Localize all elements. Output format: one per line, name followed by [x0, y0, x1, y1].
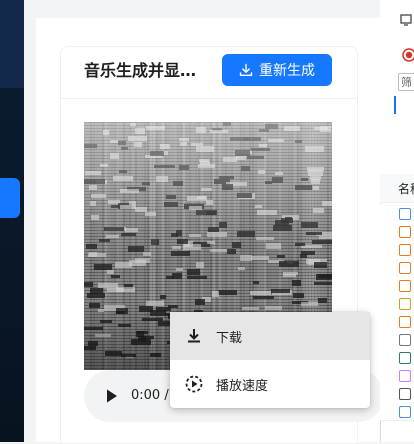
request-type-icon	[399, 280, 411, 292]
app-sidebar	[0, 0, 24, 442]
request-type-icon	[399, 370, 411, 382]
request-type-icon	[399, 316, 411, 328]
request-type-icon	[399, 334, 411, 346]
devtools-toolbar	[380, 0, 414, 41]
menu-item-download-label: 下载	[216, 330, 243, 346]
request-type-icon	[399, 244, 411, 256]
sidebar-header	[0, 0, 24, 88]
request-type-icon	[399, 262, 411, 274]
network-request-row[interactable]	[380, 330, 414, 349]
devtools-filter-row: 筛	[380, 70, 414, 95]
filter-input[interactable]: 筛	[398, 73, 414, 91]
request-type-icon	[399, 388, 411, 400]
filter-input-placeholder: 筛	[401, 76, 412, 89]
request-type-icon	[399, 352, 411, 364]
download-icon	[239, 63, 253, 76]
card-title: 音乐生成并显示...	[84, 61, 212, 80]
play-icon	[107, 389, 117, 403]
menu-item-download[interactable]: 下载	[170, 312, 370, 360]
request-type-icon	[399, 226, 411, 238]
network-request-row[interactable]	[380, 294, 414, 313]
player-context-menu: 下载 播放速度	[170, 312, 370, 408]
playback-speed-icon	[184, 374, 204, 394]
menu-item-playback-speed-label: 播放速度	[216, 378, 269, 394]
network-request-row[interactable]	[380, 348, 414, 367]
download-icon	[184, 326, 204, 346]
network-request-row[interactable]	[380, 366, 414, 385]
layout-gap	[24, 0, 36, 442]
name-column-header[interactable]: 名称	[398, 180, 414, 197]
network-request-row[interactable]	[380, 204, 414, 223]
request-type-icon	[399, 298, 411, 310]
network-request-row[interactable]	[380, 402, 414, 421]
devtools-timeline	[380, 94, 414, 175]
request-type-icon	[399, 406, 411, 418]
play-button[interactable]	[100, 382, 124, 410]
network-request-row[interactable]	[380, 222, 414, 241]
network-request-row[interactable]	[380, 312, 414, 331]
sidebar-active-item[interactable]	[0, 178, 20, 218]
timeline-marker	[394, 96, 396, 114]
network-request-row[interactable]	[380, 384, 414, 403]
request-type-icon	[399, 208, 411, 220]
network-request-row[interactable]	[380, 276, 414, 295]
devtools-record-row	[380, 40, 414, 71]
devtools-name-header: 名称	[380, 174, 414, 203]
network-request-row[interactable]	[380, 240, 414, 259]
network-request-row[interactable]	[380, 258, 414, 277]
regenerate-button[interactable]: 重新生成	[222, 54, 332, 86]
current-time: 0:00 /	[131, 388, 169, 403]
device-toggle-icon[interactable]	[400, 14, 412, 26]
menu-item-playback-speed[interactable]: 播放速度	[170, 360, 370, 408]
record-icon[interactable]	[402, 48, 414, 62]
regenerate-button-label: 重新生成	[259, 63, 315, 79]
